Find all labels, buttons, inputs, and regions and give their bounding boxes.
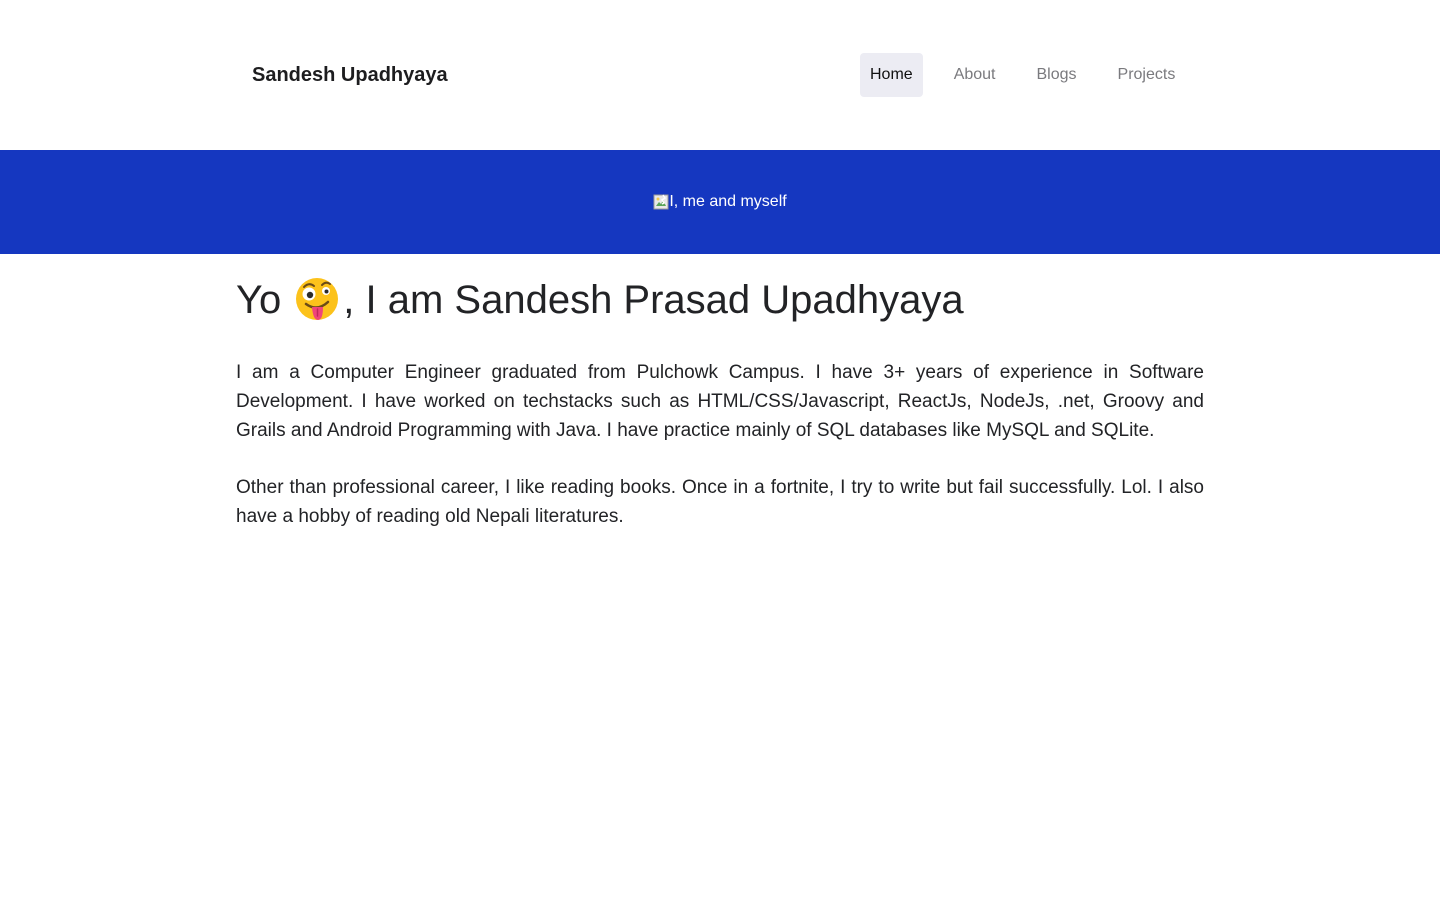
main-nav: Home About Blogs Projects	[860, 53, 1185, 97]
nav-about[interactable]: About	[944, 53, 1006, 97]
hobbies-paragraph: Other than professional career, I like r…	[236, 477, 1204, 527]
site-header: Sandesh Upadhyaya Home About Blogs Proje…	[0, 0, 1440, 150]
profile-banner: I, me and myself	[0, 150, 1440, 254]
title-prefix: Yo	[236, 278, 282, 322]
zany-face-emoji-icon	[293, 276, 341, 324]
profile-image-alt-text: I, me and myself	[669, 193, 787, 210]
title-suffix: , I am Sandesh Prasad Upadhyaya	[343, 278, 964, 322]
broken-image-icon	[653, 194, 669, 210]
nav-home[interactable]: Home	[860, 53, 923, 97]
site-brand[interactable]: Sandesh Upadhyaya	[252, 62, 448, 88]
nav-blogs[interactable]: Blogs	[1027, 53, 1087, 97]
intro-paragraph: I am a Computer Engineer graduated from …	[236, 362, 1204, 441]
page-title: Yo , I am Sandesh Prasad Upadhyaya	[236, 276, 1204, 324]
main-content: Yo , I am Sandesh Prasad Upadhyaya I am …	[236, 276, 1204, 531]
profile-image: I, me and myself	[653, 193, 787, 211]
nav-projects[interactable]: Projects	[1108, 53, 1186, 97]
